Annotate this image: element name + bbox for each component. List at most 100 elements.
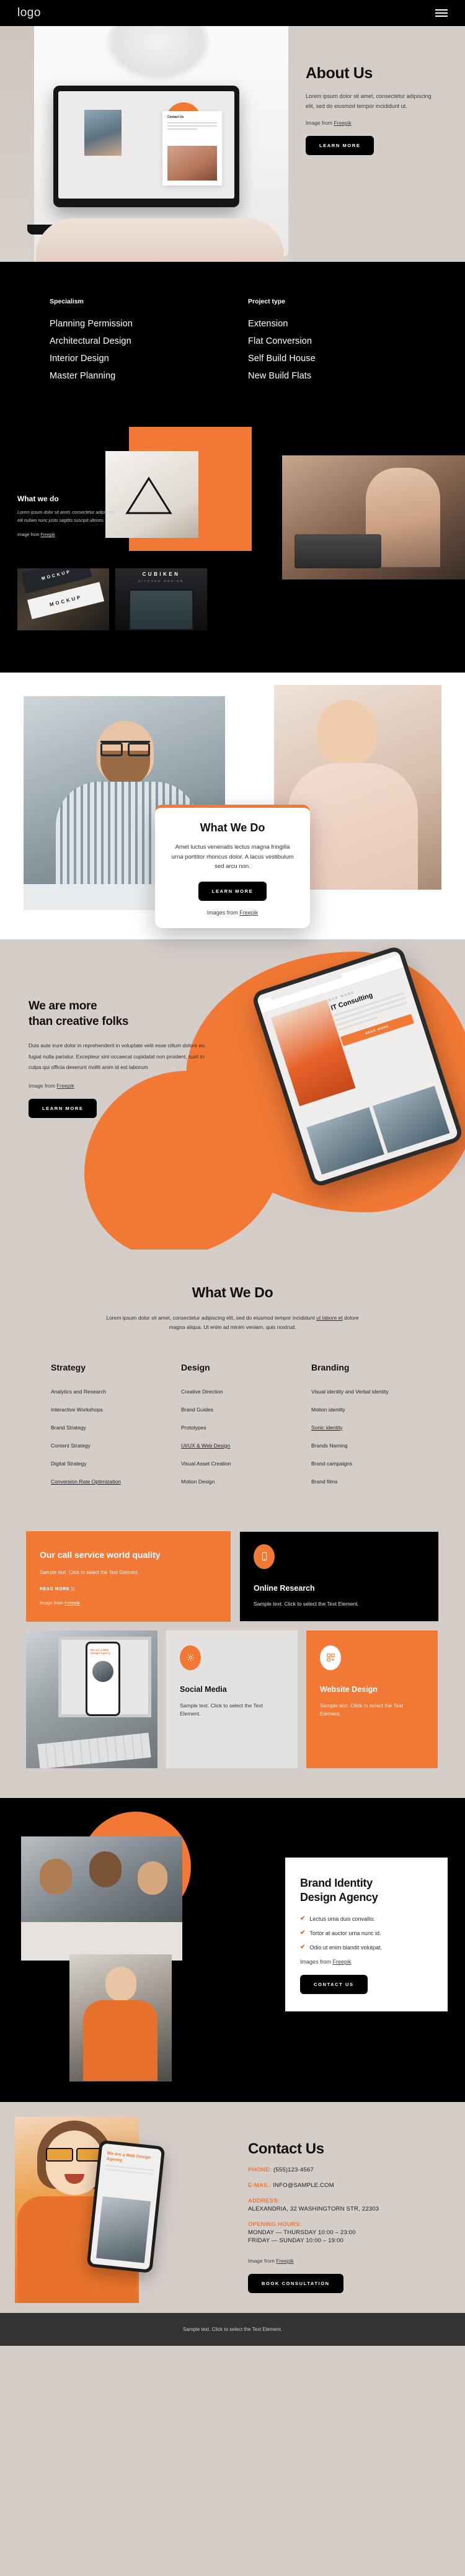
check-icon: ✔ [300,1915,306,1922]
column-list: Visual identity and Verbal identity Moti… [311,1389,441,1485]
social-media-card[interactable]: Social Media Sample text. Click to selec… [166,1630,298,1768]
phone-circle-photo [92,1660,113,1682]
services-intro-link[interactable]: ut labore et [316,1315,343,1321]
grid-plus-icon [320,1645,341,1670]
site-logo[interactable]: logo [17,6,41,20]
list-item[interactable]: Prototypes [181,1424,311,1431]
address-value: ALEXANDRIA, 32 WASHINGTORN STR, 22303 [248,2205,379,2212]
list-item[interactable]: Brand campaigns [311,1460,441,1467]
what-we-do-dark-section: What we do Lorem ipsum dolor sit amet, c… [0,424,465,673]
triangle-logo-icon [125,476,172,516]
specialism-item[interactable]: Master Planning [50,371,248,381]
list-item[interactable]: Analytics and Research [51,1389,181,1395]
list-item[interactable]: Creative Direction [181,1389,311,1395]
list-item[interactable]: Motion identity [311,1407,441,1413]
website-design-card[interactable]: Website Design Sample text. Click to sel… [306,1630,438,1768]
freepik-link[interactable]: Freepik [56,1083,74,1089]
person-face [46,2130,103,2195]
read-more-link[interactable]: READ MORE ⟩⟩ [40,1586,217,1591]
project-type-item[interactable]: Extension [248,319,446,329]
specialism-item[interactable]: Interior Design [50,354,248,364]
freepik-link[interactable]: Freepik [64,1600,80,1606]
contact-imagery: We are a Web Design Agency [0,2102,242,2313]
what-we-do-learn-more-button[interactable]: LEARN MORE [198,882,267,901]
email-value[interactable]: INFO@SAMPLE.COM [273,2182,334,2189]
column-list: Creative Direction Brand Guides Prototyp… [181,1389,311,1485]
what-we-do-card: What We Do Amet luctus venenatis lectus … [155,805,310,929]
mockup-thumbnail: MOCKUP MOCKUP [17,568,109,630]
laptop-mockup: Contact Us [53,86,239,207]
service-cards-row-1: Our call service world quality Sample te… [0,1531,465,1622]
column-heading: Branding [311,1362,350,1372]
list-item[interactable]: Conversion Rate Optimization [51,1478,181,1485]
list-item[interactable]: Motion Design [181,1478,311,1485]
specialism-list: Planning Permission Architectural Design… [50,319,248,381]
call-quality-card[interactable]: Our call service world quality Sample te… [26,1531,231,1622]
list-item[interactable]: UI/UX & Web Design [181,1442,311,1449]
project-type-item[interactable]: Flat Conversion [248,336,446,346]
specialism-item[interactable]: Planning Permission [50,319,248,329]
list-item[interactable]: Brand Strategy [51,1424,181,1431]
list-item[interactable]: Visual identity and Verbal identity [311,1389,441,1395]
tablet-read-more-button[interactable]: READ MORE [340,1014,414,1047]
specialism-section: Specialism Planning Permission Architect… [0,262,465,424]
contact-details: Contact Us PHONE: (555)123-4567 E-MAIL: … [242,2102,459,2313]
hero-image-credit: Image from Freepik [306,120,465,126]
card-title: Website Design [320,1684,378,1694]
list-item[interactable]: Brands Naming [311,1442,441,1449]
project-type-column: Project type Extension Flat Conversion S… [248,298,446,388]
contact-title: Contact Us [248,2140,324,2157]
footer: Sample text. Click to select the Text El… [0,2312,465,2346]
services-column-design: Design Creative Direction Brand Guides P… [181,1362,311,1496]
list-item[interactable]: Brand films [311,1478,441,1485]
brand-identity-title: Brand Identity Design Agency [300,1876,433,1905]
project-type-item[interactable]: Self Build House [248,354,446,364]
credit-prefix: Image from [40,1599,65,1606]
list-item[interactable]: Sonic identity [311,1424,441,1431]
bullet-text: Lectus urna duis convallis. [309,1915,375,1922]
services-column-branding: Branding Visual identity and Verbal iden… [311,1362,441,1496]
freepik-link[interactable]: Freepik [239,910,258,916]
hero-copy: About Us Lorem ipsum dolor sit amet, con… [288,26,465,262]
check-icon: ✔ [300,1929,306,1936]
brand-contact-us-button[interactable]: CONTACT US [300,1974,368,1994]
freepik-link[interactable]: Freepik [333,1959,352,1965]
online-research-card[interactable]: Online Research Sample text. Click to se… [239,1531,439,1622]
column-heading: Design [181,1362,210,1372]
creative-credit: Image from Freepik [29,1083,217,1089]
list-item[interactable]: Interactive Workshops [51,1407,181,1413]
freepik-link[interactable]: Freepik [334,120,351,126]
creative-folks-section: OUR WORK IT Consulting READ MORE We are … [0,939,465,1250]
list-item[interactable]: Content Strategy [51,1442,181,1449]
specialism-column: Specialism Planning Permission Architect… [50,298,248,388]
person-head [89,1851,122,1887]
hamburger-menu-icon[interactable] [435,9,448,17]
laptop-screen: Contact Us [58,91,234,199]
brand-bullet-list: ✔ Lectus urna duis convallis. ✔ Tortor at … [300,1915,433,1951]
top-navigation-bar: logo [0,0,465,26]
laptop-photo-thumb [84,110,122,156]
contact-hours-row: OPENING HOURS: MONDAY — THURSDAY 10:00 –… [248,2221,459,2244]
card-credit: Image from Freepik [40,1600,217,1606]
list-item: ✔ Tortor at auctor urna nunc id. [300,1930,433,1936]
brand-title-line2: Design Agency [300,1890,378,1903]
freepik-link[interactable]: Freepik [276,2258,293,2264]
project-type-item[interactable]: New Build Flats [248,371,446,381]
specialism-item[interactable]: Architectural Design [50,336,248,346]
what-we-do-card-credit: Images from Freepik [171,910,294,916]
store-glass-door [129,589,193,630]
list-item[interactable]: Digital Strategy [51,1460,181,1467]
services-intro-part1: Lorem ipsum dolor sit amet, consectetur … [106,1315,317,1321]
hero-learn-more-button[interactable]: LEARN MORE [306,135,374,155]
credit-prefix: Image from [248,2257,277,2264]
freepik-link[interactable]: Freepik [40,533,55,537]
creative-learn-more-button[interactable]: LEARN MORE [29,1099,97,1119]
glasses-icon [100,741,150,756]
list-item[interactable]: Visual Asset Creation [181,1460,311,1467]
list-item[interactable]: Brand Guides [181,1407,311,1413]
person-jacket [83,2000,157,2081]
laptop-card-title: Contact Us [167,115,184,119]
book-consultation-button[interactable]: BOOK CONSULTATION [248,2273,343,2293]
phone-value[interactable]: (555)123-4567 [273,2167,314,2173]
thumbnail-row: MOCKUP MOCKUP CUBIKEN KITCHEN DESIGN [17,568,207,630]
